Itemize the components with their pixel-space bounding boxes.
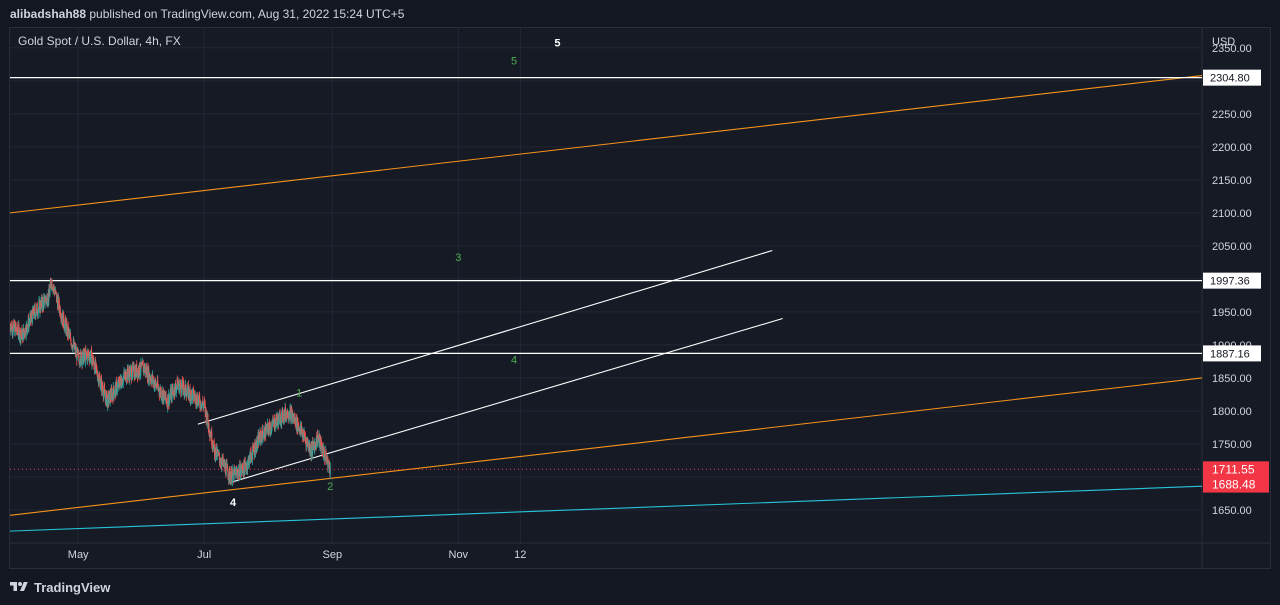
chart-frame: MayJulSepNov122350.002300.002250.002200.…	[9, 27, 1271, 569]
wave-label[interactable]: 2	[327, 481, 333, 493]
x-tick-label: Sep	[322, 549, 342, 561]
currency-label: USD	[1212, 36, 1235, 48]
plot-area[interactable]	[10, 28, 1202, 543]
footer: TradingView	[10, 578, 110, 596]
wave-label[interactable]: 5	[554, 37, 560, 49]
candle-body[interactable]	[278, 414, 280, 423]
y-tick-label: 1800.00	[1212, 406, 1252, 418]
candle-body[interactable]	[179, 382, 181, 387]
y-tick-label: 2250.00	[1212, 109, 1252, 121]
footer-brand[interactable]: TradingView	[34, 580, 110, 595]
candle-body[interactable]	[108, 399, 110, 403]
candle-body[interactable]	[213, 440, 215, 447]
candle-body[interactable]	[44, 302, 46, 305]
level-price-label: 1997.36	[1210, 276, 1250, 288]
published-text: published on TradingView.com, Aug 31, 20…	[89, 7, 405, 21]
candle-body[interactable]	[116, 384, 118, 391]
time-axis-corner	[1203, 544, 1270, 568]
x-tick-label: Nov	[449, 549, 469, 561]
candle-body[interactable]	[81, 359, 83, 365]
y-tick-label: 1750.00	[1212, 439, 1252, 451]
price-chart[interactable]: MayJulSepNov122350.002300.002250.002200.…	[10, 28, 1270, 568]
y-tick-label: 2200.00	[1212, 142, 1252, 154]
y-tick-label: 2150.00	[1212, 175, 1252, 187]
wave-label[interactable]: 1	[296, 387, 302, 399]
wave-label[interactable]: 3	[455, 252, 461, 264]
y-tick-label: 2050.00	[1212, 241, 1252, 253]
level-price-label: 1887.16	[1210, 348, 1250, 360]
price-label-partial: 1688.48	[1212, 478, 1256, 492]
y-tick-label: 2100.00	[1212, 208, 1252, 220]
x-tick-label: Jul	[197, 549, 211, 561]
candle-body[interactable]	[49, 288, 51, 296]
y-tick-label: 1650.00	[1212, 505, 1252, 517]
level-price-label: 2304.80	[1210, 73, 1250, 85]
current-price-value: 1711.55	[1212, 462, 1255, 476]
chart-title: Gold Spot / U.S. Dollar, 4h, FX	[18, 34, 181, 48]
candle-body[interactable]	[327, 463, 329, 470]
wave-label[interactable]: 4	[511, 354, 517, 366]
y-tick-label: 1850.00	[1212, 373, 1252, 385]
x-tick-label: 12	[514, 549, 526, 561]
tradingview-logo-icon	[10, 582, 28, 591]
author-name[interactable]: alibadshah88	[10, 7, 86, 21]
wave-label[interactable]: 5	[511, 55, 517, 67]
wave-label[interactable]: 4	[230, 497, 237, 509]
candle-body[interactable]	[43, 298, 45, 308]
y-tick-label: 1950.00	[1212, 307, 1252, 319]
candle-body[interactable]	[26, 324, 28, 329]
candle-body[interactable]	[329, 465, 331, 475]
publish-info: alibadshah88 published on TradingView.co…	[10, 4, 404, 24]
x-tick-label: May	[68, 549, 89, 561]
candle-body[interactable]	[218, 452, 220, 459]
candle-body[interactable]	[63, 313, 65, 326]
